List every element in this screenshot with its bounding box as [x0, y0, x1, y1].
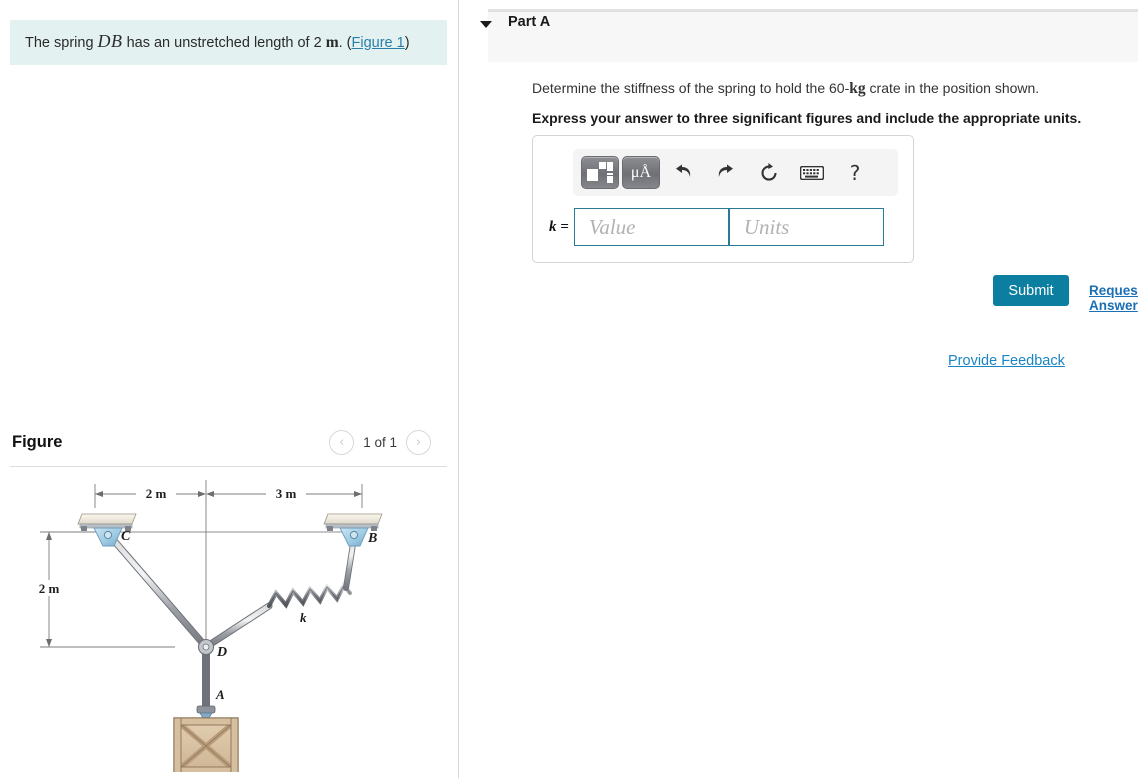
reset-glyph: [761, 162, 777, 181]
dimension-left-span: 2 m: [146, 486, 167, 501]
dim-arrow: [46, 532, 52, 540]
figure-diagram: 2 m 3 m 2 m k C B D A: [10, 472, 447, 775]
dim-arrow: [46, 639, 52, 647]
redo-glyph: [718, 164, 733, 177]
keyboard-glyph: [800, 165, 824, 180]
undo-icon[interactable]: [663, 156, 703, 189]
dim-arrow: [198, 491, 206, 497]
figure-header: Figure ‹ 1 of 1 ›: [10, 428, 447, 468]
question-statement: The spring DB has an unstretched length …: [25, 32, 410, 52]
reset-icon[interactable]: [749, 156, 789, 189]
part-a-label: Part A: [508, 14, 551, 30]
figure-navigation: ‹ 1 of 1 ›: [329, 430, 431, 455]
question-middle: has an unstretched length of 2: [122, 35, 326, 51]
redo-icon[interactable]: [706, 156, 746, 189]
question-unit: m: [325, 34, 339, 51]
caret-down-icon[interactable]: [480, 21, 492, 28]
label-point-d: D: [216, 645, 227, 660]
prompt-pre: Determine the stiffness of the spring to…: [532, 80, 850, 96]
chevron-left-icon: ‹: [339, 435, 345, 450]
question-period: . (: [338, 35, 352, 51]
part-a-header[interactable]: [488, 9, 1138, 62]
truss-spring-diagram: 2 m 3 m 2 m k C B D A: [32, 480, 383, 775]
variable-label: k =: [549, 218, 569, 235]
provide-feedback-link[interactable]: Provide Feedback: [948, 353, 1065, 369]
figure-divider: [10, 466, 447, 467]
prompt-post: crate in the position shown.: [865, 80, 1040, 96]
figure-next-button[interactable]: ›: [406, 430, 431, 455]
label-point-c: C: [121, 529, 131, 544]
label-point-a: A: [215, 687, 225, 702]
question-spring-label: DB: [97, 31, 123, 51]
joint-d: [197, 638, 215, 656]
question-suffix: ): [404, 35, 410, 51]
undo-glyph: [676, 164, 691, 177]
spring-stiffness-label: k: [300, 610, 307, 625]
left-pane: The spring DB has an unstretched length …: [0, 0, 459, 778]
submit-button[interactable]: Submit: [993, 275, 1069, 306]
figure-title: Figure: [12, 433, 63, 451]
dim-arrow: [354, 491, 362, 497]
figure-prev-button[interactable]: ‹: [329, 430, 355, 455]
chevron-right-icon: ›: [415, 435, 422, 450]
help-icon[interactable]: ?: [835, 156, 875, 189]
question-prefix: The spring: [25, 35, 98, 51]
member-cd: [106, 532, 210, 651]
dimension-vertical-span: 2 m: [39, 581, 60, 596]
answer-input-row: k =: [549, 208, 884, 246]
crate-hook: [196, 705, 216, 719]
help-glyph: ?: [849, 160, 861, 185]
member-db-rod: [202, 602, 273, 651]
equation-toolbar: μÅ ?: [573, 149, 898, 196]
figure-link[interactable]: Figure 1: [352, 35, 405, 51]
dim-arrow: [95, 491, 103, 497]
part-a-instruction: Express your answer to three significant…: [532, 110, 1082, 126]
micro-angstrom-units-icon[interactable]: μÅ: [622, 156, 660, 189]
value-input[interactable]: [573, 208, 729, 246]
dimension-right-span: 3 m: [276, 486, 297, 501]
problem-page: The spring DB has an unstretched length …: [0, 0, 1138, 778]
template-icon[interactable]: [581, 156, 619, 189]
prompt-mass-unit: kg: [849, 80, 866, 97]
crate: [173, 717, 239, 775]
keyboard-icon[interactable]: [792, 156, 832, 189]
answer-entry-box: μÅ ? k = Value Units: [532, 135, 914, 263]
right-pane: Part A Determine the stiffness of the sp…: [460, 0, 1138, 778]
spring-coil: [266, 581, 353, 609]
units-input[interactable]: [728, 208, 884, 246]
dim-arrow: [206, 491, 214, 497]
part-a-prompt: Determine the stiffness of the spring to…: [532, 80, 1039, 98]
question-banner: The spring DB has an unstretched length …: [10, 20, 447, 65]
figure-counter: 1 of 1: [363, 435, 397, 450]
label-point-b: B: [367, 531, 377, 546]
request-answer-link[interactable]: Request Answer: [1089, 283, 1138, 313]
